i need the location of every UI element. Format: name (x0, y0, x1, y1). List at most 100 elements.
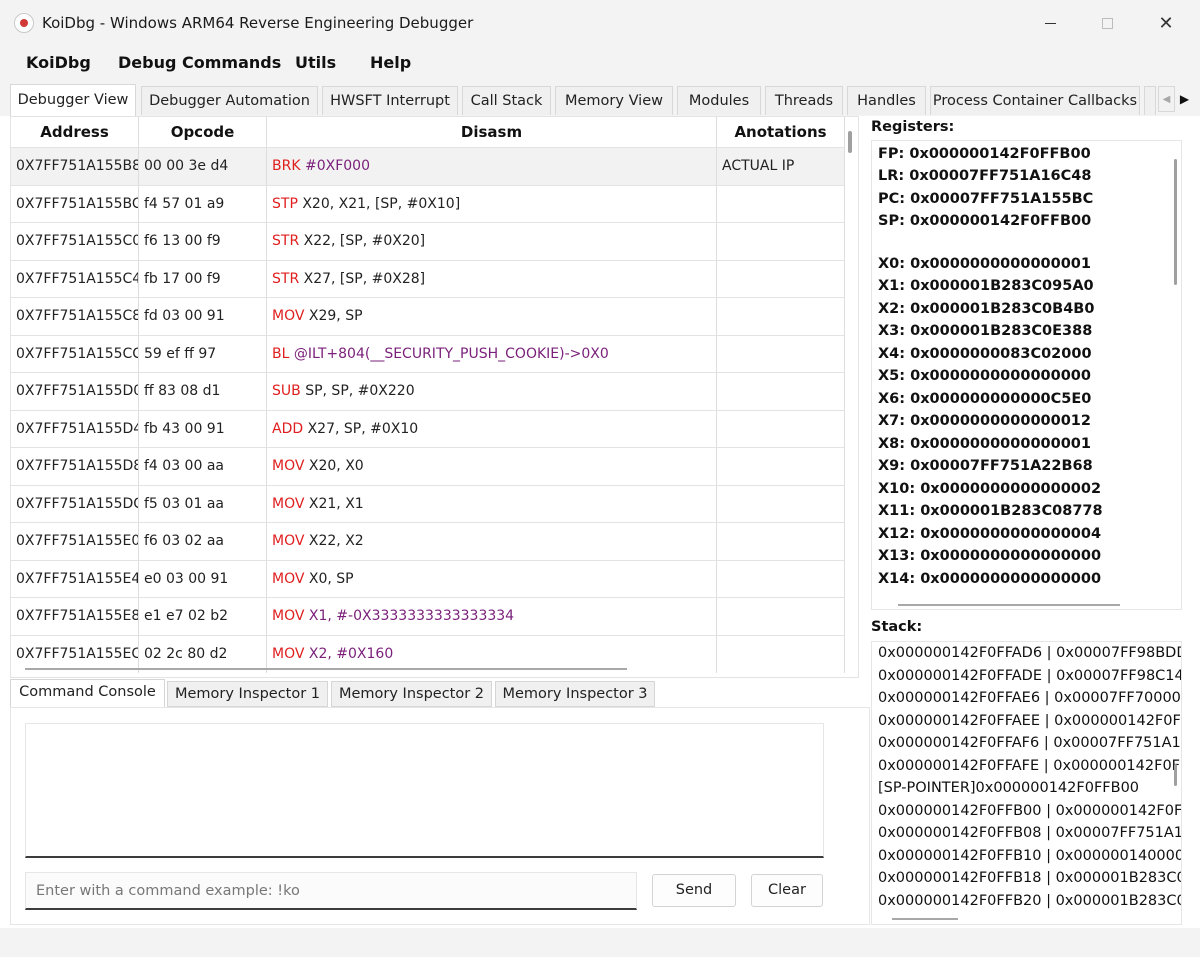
register-line: PC: 0x00007FF751A155BC (878, 191, 1094, 207)
mnemonic-text: MOV (272, 308, 305, 324)
stack-entry: 0x000000142F0FFAEE | 0x000000142F0FFB0 (878, 712, 1182, 729)
mnemonic-text: ADD (272, 420, 304, 437)
console-output[interactable] (25, 723, 824, 858)
address-cell: 0X7FF751A155D4 (11, 410, 139, 448)
table-row[interactable]: 0X7FF751A155DC f5 03 01 aa MOV X21, X1 (11, 484, 845, 523)
tab-memory-inspector-3[interactable]: Memory Inspector 3 (495, 681, 655, 707)
stack-label: Stack: (871, 619, 923, 635)
disasm-vertical-scrollbar[interactable] (848, 131, 852, 153)
header-opcode[interactable]: Opcode (139, 117, 267, 147)
menu-debug-commands[interactable]: Debug Commands (118, 53, 281, 72)
minimize-icon (1044, 22, 1056, 24)
disasm-horizontal-scrollbar[interactable] (25, 668, 627, 670)
table-row[interactable]: 0X7FF751A155C8 fd 03 00 91 MOV X29, SP (11, 297, 845, 335)
annotation-cell (717, 335, 845, 373)
address-cell: 0X7FF751A155CC (11, 335, 139, 373)
tab-command-console[interactable]: Command Console (10, 679, 165, 708)
operands-text: SP, SP, #0X220 (305, 383, 415, 399)
close-button[interactable]: ✕ (1136, 0, 1196, 46)
table-row[interactable]: 0X7FF751A155E8 e1 e7 02 b2 MOV X1, #-0X333… (11, 597, 845, 635)
stack-entry: 0x000000142F0FFB10 | 0x000000140000000 (878, 847, 1182, 864)
header-annotations[interactable]: Anotations (717, 117, 845, 147)
koi-app-icon (14, 13, 34, 33)
tab-process-container-callbacks[interactable]: Process Container Callbacks (930, 86, 1140, 115)
tab-debugger-view[interactable]: Debugger View (10, 84, 136, 116)
menu-help[interactable]: Help (370, 53, 411, 72)
header-disasm[interactable]: Disasm (267, 117, 717, 147)
register-line: LR: 0x00007FF751A16C48 (878, 168, 1092, 184)
status-bar (0, 928, 1200, 957)
table-row[interactable]: 0X7FF751A155B8 00 00 3e d4 BRK #0XF000 ACTU… (11, 147, 845, 185)
registers-panel[interactable]: FP: 0x000000142F0FFB00 LR: 0x00007FF751A1… (871, 140, 1182, 610)
mnemonic-text: MOV (272, 570, 305, 587)
maximize-button[interactable] (1077, 0, 1137, 46)
annotation-cell (717, 485, 845, 523)
maximize-icon (1101, 17, 1113, 29)
disasm-cell: MOV X22, X2 (267, 523, 717, 560)
annotation-cell (717, 560, 845, 598)
tab-modules[interactable]: Modules (677, 86, 761, 115)
tab-debugger-automation[interactable]: Debugger Automation (141, 86, 318, 115)
table-row[interactable]: 0X7FF751A155D4 fb 43 00 91 ADD X27, SP, #0… (11, 409, 845, 448)
address-cell: 0X7FF751A155D8 (11, 448, 139, 485)
chevron-left-icon: ◀ (1162, 93, 1171, 105)
tab-overflow[interactable] (1144, 86, 1156, 115)
stack-vertical-scrollbar[interactable] (1174, 764, 1177, 786)
tab-call-stack[interactable]: Call Stack (462, 86, 551, 115)
disasm-grid[interactable]: Address Opcode Disasm Anotations 0X7FF75… (10, 116, 859, 678)
tab-memory-inspector-2[interactable]: Memory Inspector 2 (331, 681, 492, 707)
disasm-cell: MOV X0, SP (267, 560, 717, 598)
tab-memory-view[interactable]: Memory View (555, 86, 673, 115)
tab-threads[interactable]: Threads (765, 86, 843, 115)
command-console-panel: Send Clear (10, 707, 870, 925)
register-line: X3: 0x000001B283C0E388 (878, 323, 1093, 339)
disasm-cell: MOV X1, #-0X3333333333333334 (267, 598, 717, 635)
disasm-cell: BL @ILT+804(__SECURITY_PUSH_COOKIE)->0X0 (267, 335, 717, 373)
menu-koidbg[interactable]: KoiDbg (26, 53, 91, 72)
table-row[interactable]: 0X7FF751A155C0 f6 13 00 f9 STR X22, [SP, #… (11, 222, 845, 260)
opcode-cell: ff 83 08 d1 (139, 373, 267, 410)
minimize-button[interactable] (1020, 0, 1080, 46)
table-row[interactable]: 0X7FF751A155E0 f6 03 02 aa MOV X22, X2 (11, 522, 845, 560)
table-row[interactable]: 0X7FF751A155D8 f4 03 00 aa MOV X20, X0 (11, 447, 845, 485)
tab-hwsft-interrupt[interactable]: HWSFT Interrupt (322, 86, 458, 115)
operands-text: #0XF000 (304, 158, 370, 174)
address-cell: 0X7FF751A155C4 (11, 260, 139, 298)
table-row[interactable]: 0X7FF751A155CC 59 ef ff 97 BL @ILT+804(__S… (11, 334, 845, 373)
table-row[interactable]: 0X7FF751A155EC 02 2c 80 d2 MOV X2, #0X160 (11, 634, 845, 673)
send-button[interactable]: Send (652, 874, 736, 907)
tab-handles[interactable]: Handles (847, 86, 926, 115)
menu-utils[interactable]: Utils (295, 53, 336, 72)
mnemonic-text: MOV (272, 608, 305, 624)
register-line: X0: 0x0000000000000001 (878, 256, 1091, 272)
table-row[interactable]: 0X7FF751A155D0 ff 83 08 d1 SUB SP, SP, #0X… (11, 372, 845, 410)
annotation-cell (717, 410, 845, 448)
tab-memory-inspector-1[interactable]: Memory Inspector 1 (167, 681, 328, 707)
opcode-cell: 00 00 3e d4 (139, 148, 267, 185)
opcode-cell: 02 2c 80 d2 (139, 635, 267, 673)
register-line: X2: 0x000001B283C0B4B0 (878, 301, 1095, 317)
command-input[interactable] (25, 872, 637, 910)
tab-scroll-left-button[interactable]: ◀ (1158, 86, 1175, 112)
table-row[interactable]: 0X7FF751A155BC f4 57 01 a9 STP X20, X21, [… (11, 184, 845, 223)
operands-text: X2, #0X160 (308, 645, 394, 662)
registers-horizontal-scrollbar[interactable] (898, 604, 1120, 606)
address-cell: 0X7FF751A155DC (11, 485, 139, 523)
clear-button[interactable]: Clear (751, 874, 823, 907)
registers-vertical-scrollbar[interactable] (1174, 159, 1177, 285)
stack-entry: 0x000000142F0FFAD6 | 0x00007FF98BDD8 (878, 645, 1182, 661)
tab-scroll-right-button[interactable]: ▶ (1176, 86, 1193, 112)
opcode-cell: f4 57 01 a9 (139, 185, 267, 223)
stack-horizontal-scrollbar[interactable] (892, 918, 958, 920)
header-address[interactable]: Address (11, 117, 139, 147)
address-cell: 0X7FF751A155EC (11, 635, 139, 673)
disasm-cell: MOV X29, SP (267, 298, 717, 335)
table-row[interactable]: 0X7FF751A155C4 fb 17 00 f9 STR X27, [SP, #… (11, 259, 845, 298)
annotation-cell (717, 185, 845, 223)
address-cell: 0X7FF751A155C8 (11, 298, 139, 335)
operands-text: X0, SP (308, 570, 354, 587)
stack-panel[interactable]: 0x000000142F0FFAD6 | 0x00007FF98BDD8 0x00… (871, 641, 1182, 925)
operands-text: X20, X0 (308, 458, 364, 474)
table-row[interactable]: 0X7FF751A155E4 e0 03 00 91 MOV X0, SP (11, 559, 845, 598)
disasm-cell: BRK #0XF000 (267, 148, 717, 185)
